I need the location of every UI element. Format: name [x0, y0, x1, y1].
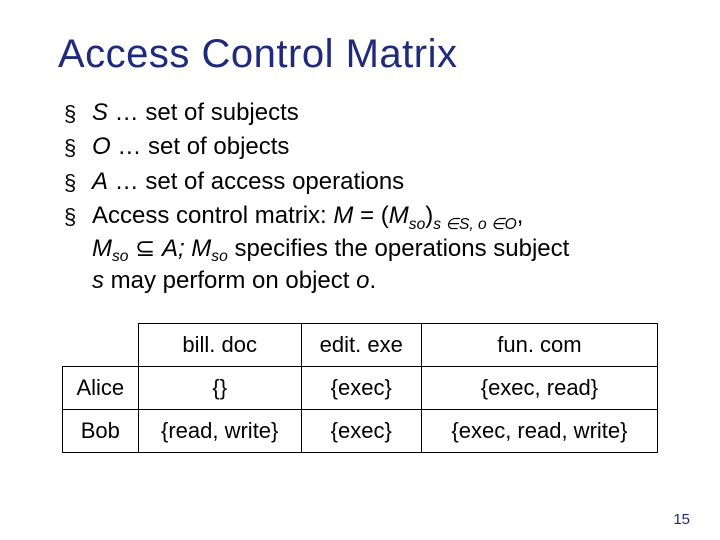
page-title: Access Control Matrix: [58, 32, 684, 77]
bullet-3-text: … set of access operations: [108, 168, 404, 195]
b4-o: o: [356, 267, 369, 294]
col-header-2: fun. com: [421, 324, 657, 367]
b4-sub1: so: [409, 216, 425, 233]
cell-0-2: {exec, read}: [421, 367, 657, 410]
bullet-2-text: … set of objects: [111, 133, 290, 160]
b4-tailsub: s ∈S, o ∈O: [433, 216, 517, 233]
table-corner: [62, 324, 138, 367]
bullet-3-symbol: A: [92, 168, 108, 195]
col-header-1: edit. exe: [301, 324, 421, 367]
b4-Mso3: M: [191, 235, 211, 262]
b4-spec: specifies the operations subject: [228, 235, 570, 262]
bullet-1-text: … set of subjects: [108, 99, 299, 126]
b4-mid: may perform on object: [104, 267, 356, 294]
b4-s: s: [92, 267, 104, 294]
page-number: 15: [673, 511, 690, 528]
table-header-row: bill. doc edit. exe fun. com: [62, 324, 657, 367]
b4-eq: = (: [360, 202, 389, 229]
cell-0-0: {}: [138, 367, 301, 410]
cell-1-1: {exec}: [301, 410, 421, 453]
row-header-1: Bob: [62, 410, 138, 453]
col-header-0: bill. doc: [138, 324, 301, 367]
b4-subset: ⊆: [128, 235, 161, 262]
b4-sub2: so: [112, 248, 128, 265]
b4-dot: .: [369, 267, 376, 294]
bullet-2: O … set of objects: [64, 131, 684, 163]
table-row: Bob {read, write} {exec} {exec, read, wr…: [62, 410, 657, 453]
slide: Access Control Matrix S … set of subject…: [0, 0, 720, 540]
row-header-0: Alice: [62, 367, 138, 410]
bullet-3: A … set of access operations: [64, 166, 684, 198]
bullet-4: Access control matrix: M = (Mso)s ∈S, o …: [64, 200, 684, 297]
b4-Mso1: M: [389, 202, 409, 229]
table-row: Alice {} {exec} {exec, read}: [62, 367, 657, 410]
b4-comma: ,: [517, 202, 524, 229]
bullet-2-symbol: O: [92, 133, 111, 160]
bullet-list: S … set of subjects O … set of objects A…: [36, 97, 684, 297]
b4-Mso2: M: [92, 235, 112, 262]
cell-1-2: {exec, read, write}: [421, 410, 657, 453]
cell-1-0: {read, write}: [138, 410, 301, 453]
b4-sub3: so: [211, 248, 227, 265]
b4-M: M: [333, 202, 353, 229]
b4-A: A;: [162, 235, 185, 262]
bullet-1-symbol: S: [92, 99, 108, 126]
b4-intro: Access control matrix:: [92, 202, 333, 229]
access-matrix-table: bill. doc edit. exe fun. com Alice {} {e…: [62, 323, 658, 453]
cell-0-1: {exec}: [301, 367, 421, 410]
bullet-1: S … set of subjects: [64, 97, 684, 129]
